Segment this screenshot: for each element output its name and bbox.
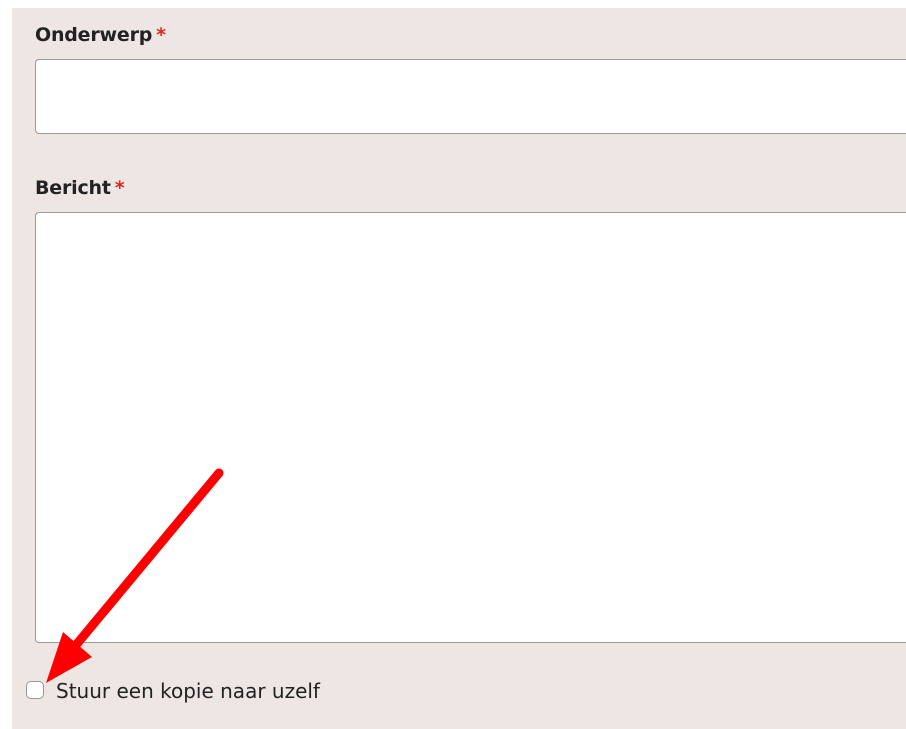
red-arrow-icon [46,468,224,683]
arrow-shaft [71,468,224,650]
